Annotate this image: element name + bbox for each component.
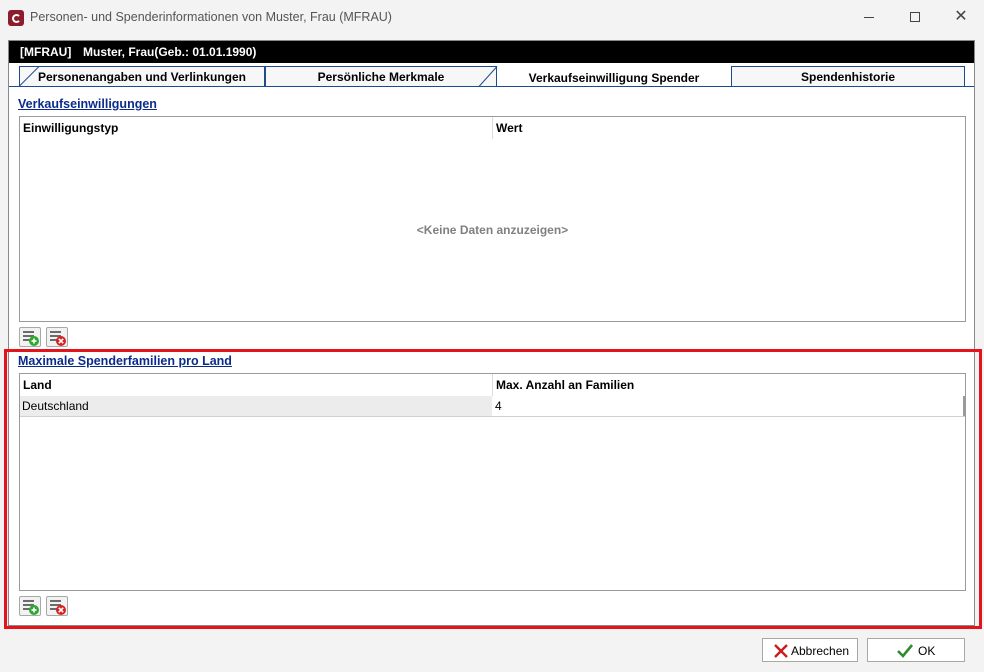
cell-land[interactable]: Deutschland [20, 396, 492, 416]
tab-edges [18, 66, 498, 87]
empty-message: <Keine Daten anzuzeigen> [416, 223, 569, 237]
main-panel: [MFRAU] Muster, Frau(Geb.: 01.01.1990) P… [8, 40, 975, 626]
families-grid[interactable]: Land Max. Anzahl an Familien Deutschland… [19, 373, 966, 591]
consents-grid[interactable]: Einwilligungstyp Wert <Keine Daten anzuz… [19, 116, 966, 322]
add-consent-button[interactable] [19, 327, 41, 347]
section-title-consents[interactable]: Verkaufseinwilligungen [18, 97, 157, 111]
checkmark-icon [897, 644, 914, 658]
column-header-land[interactable]: Land [23, 378, 52, 392]
maximize-button[interactable] [892, 0, 938, 34]
column-header-wert[interactable]: Wert [496, 121, 522, 135]
delete-row-icon [50, 600, 66, 615]
person-header: [MFRAU] Muster, Frau(Geb.: 01.01.1990) [9, 41, 974, 63]
delete-family-row-button[interactable] [46, 596, 68, 616]
ok-button[interactable]: OK [867, 638, 965, 662]
delete-consent-button[interactable] [46, 327, 68, 347]
consents-grid-header: Einwilligungstyp Wert [20, 117, 965, 139]
maximize-icon [910, 12, 920, 22]
column-divider [492, 374, 493, 396]
window-titlebar: Personen- und Spenderinformationen von M… [0, 0, 984, 36]
ok-label: OK [918, 644, 936, 658]
minimize-button[interactable] [846, 0, 892, 34]
add-row-icon [23, 331, 39, 346]
cell-max-familien[interactable]: 4 [493, 396, 965, 416]
cancel-button[interactable]: Abbrechen [762, 638, 858, 662]
app-logo-icon [8, 10, 24, 26]
families-grid-header: Land Max. Anzahl an Familien [20, 374, 965, 396]
row-divider [20, 416, 965, 417]
table-row[interactable]: Deutschland 4 [20, 396, 965, 416]
close-icon: ✕ [954, 8, 968, 25]
close-button[interactable]: ✕ [938, 0, 984, 34]
person-name: Muster, Frau(Geb.: 01.01.1990) [83, 45, 257, 59]
add-family-row-button[interactable] [19, 596, 41, 616]
cancel-x-icon [774, 644, 788, 658]
section-title-families[interactable]: Maximale Spenderfamilien pro Land [18, 354, 232, 368]
window-title: Personen- und Spenderinformationen von M… [30, 10, 392, 24]
add-row-icon [23, 600, 39, 615]
column-divider [492, 117, 493, 139]
minimize-icon [864, 16, 874, 18]
person-code: [MFRAU] [20, 45, 72, 59]
delete-row-icon [50, 331, 66, 346]
column-header-max-familien[interactable]: Max. Anzahl an Familien [496, 378, 634, 392]
cancel-label: Abbrechen [791, 644, 850, 658]
column-header-einwilligungstyp[interactable]: Einwilligungstyp [23, 121, 118, 135]
